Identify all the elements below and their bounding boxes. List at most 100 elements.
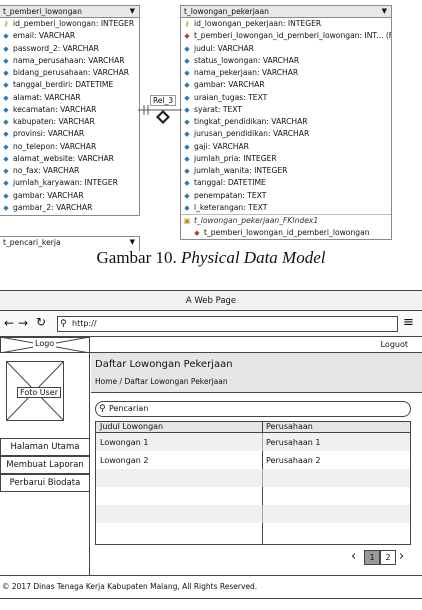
search-placeholder: Pencarian: [109, 404, 149, 413]
column-text: nama_pekerjaan: VARCHAR: [194, 68, 299, 77]
column-text: penempatan: TEXT: [194, 190, 267, 200]
column-text: kabupaten: VARCHAR: [13, 117, 95, 126]
address-bar[interactable]: ⚲ http://: [57, 316, 398, 332]
erd-table-pemberi-lowongan: t_pemberi_lowongan ▼ ⚷ id_pemberi_lowonga…: [0, 5, 140, 216]
url-text: http://: [72, 319, 97, 328]
relation-label: Rel_3: [150, 95, 177, 106]
breadcrumb: Home / Daftar Lowongan Pekerjaan: [95, 377, 228, 386]
search-icon: ⚲: [60, 319, 67, 329]
column-row: ◆ tingkat_pendidikan: VARCHAR: [181, 116, 391, 128]
diamond-icon: ◆: [3, 142, 9, 151]
nav-make-report[interactable]: Membuat Laporan: [0, 456, 90, 474]
menu-icon[interactable]: ≡: [403, 315, 414, 330]
column-text: jumlah_wanita: INTEGER: [194, 166, 288, 175]
fk-icon: ◆: [194, 229, 200, 238]
diamond-icon: ◆: [184, 56, 190, 65]
column-text: tanggal: DATETIME: [194, 178, 266, 188]
table-name: t_lowongan_pekerjaan: [184, 7, 269, 16]
page-heading-band: Daftar Lowongan Pekerjaan Home / Daftar …: [91, 353, 422, 393]
diamond-icon: ◆: [184, 44, 190, 53]
prev-page-icon[interactable]: ‹: [351, 549, 356, 564]
column-text: bidang_perusahaan: VARCHAR: [13, 68, 130, 77]
column-text: alamat_website: VARCHAR: [13, 153, 114, 163]
diamond-icon: ◆: [184, 154, 190, 163]
diamond-icon: ◆: [3, 44, 9, 53]
page-1-button[interactable]: 1: [364, 550, 380, 565]
column-text: syarat: TEXT: [194, 104, 242, 114]
diamond-icon: ◆: [3, 69, 9, 77]
forward-icon[interactable]: →: [18, 316, 28, 330]
diamond-icon: ◆: [184, 191, 190, 200]
column-row: ◆ jumlah_pria: INTEGER: [181, 153, 391, 165]
many-diamond-icon: [156, 110, 170, 124]
browser-toolbar: ← → ↻ ⚲ http:// ≡: [0, 311, 422, 337]
reload-icon[interactable]: ↻: [36, 315, 46, 329]
photo-label: Foto User: [17, 387, 62, 398]
diamond-icon: ◆: [3, 179, 9, 188]
column-row: ◆ t_pemberi_lowongan_id_pemberi_lowongan:…: [181, 30, 391, 42]
diamond-icon: ◆: [184, 69, 190, 77]
table-name: t_pencari_kerja: [3, 238, 61, 247]
diamond-icon: ◆: [184, 81, 190, 90]
column-row: ◆ gambar_2: VARCHAR: [0, 202, 139, 214]
column-row: ◆ tanggal: DATETIME: [181, 177, 391, 189]
window-title: A Web Page: [185, 296, 237, 306]
erd-table-lowongan-pekerjaan: t_lowongan_pekerjaan ▼ ⚷ id_lowongan_peke…: [180, 5, 392, 240]
column-row: ◆ kecamatan: VARCHAR: [0, 104, 139, 116]
column-text: gambar: VARCHAR: [13, 190, 84, 200]
diamond-icon: ◆: [184, 130, 190, 139]
column-row: ◆ jurusan_pendidikan: VARCHAR: [181, 128, 391, 140]
key-icon: ⚷: [3, 20, 9, 28]
column-text: uraian_tugas: TEXT: [194, 92, 268, 102]
diamond-icon: ◆: [3, 105, 9, 114]
column-text: no_fax: VARCHAR: [13, 166, 80, 175]
logout-link[interactable]: Loguot: [381, 340, 408, 349]
search-input[interactable]: ⚲ Pencarian: [95, 401, 411, 417]
index-row: ▣ t_lowongan_pekerjaan_FKIndex1: [181, 214, 391, 227]
sidebar: Foto User Halaman Utama Membuat Laporan …: [0, 353, 90, 575]
table-header: t_lowongan_pekerjaan ▼: [181, 6, 391, 18]
column-row: ◆ status_lowongan: VARCHAR: [181, 55, 391, 67]
diamond-icon: ◆: [3, 130, 9, 139]
column-text: no_telepon: VARCHAR: [13, 141, 97, 151]
nav-home[interactable]: Halaman Utama: [0, 438, 90, 456]
column-row: ◆ email: VARCHAR: [0, 30, 139, 42]
column-row: ◆ jumlah_karyawan: INTEGER: [0, 177, 139, 189]
column-text: provinsi: VARCHAR: [13, 129, 85, 139]
column-row: ⚷ id_lowongan_pekerjaan: INTEGER: [181, 18, 391, 30]
next-page-icon[interactable]: ›: [399, 549, 404, 564]
column-text: jumlah_karyawan: INTEGER: [13, 178, 118, 188]
diamond-icon: ◆: [184, 118, 190, 126]
diamond-icon: ◆: [3, 81, 9, 90]
folder-key-icon: ▣: [183, 217, 191, 225]
diamond-icon: ◆: [184, 167, 190, 175]
nav-update-bio[interactable]: Perbarui Biodata: [0, 474, 90, 492]
column-row: ◆ bidang_perusahaan: VARCHAR: [0, 67, 139, 79]
diamond-icon: ◆: [3, 93, 9, 102]
column-row: ◆ l_keterangan: TEXT: [181, 202, 391, 214]
column-row: ◆ jumlah_wanita: INTEGER: [181, 165, 391, 177]
key-icon: ⚷: [184, 20, 190, 28]
cell-perusahaan: Perusahaan 1: [266, 438, 321, 447]
column-text: id_lowongan_pekerjaan: INTEGER: [194, 19, 322, 28]
column-text: tingkat_pendidikan: VARCHAR: [194, 117, 308, 126]
column-row: ◆ gaji: VARCHAR: [181, 141, 391, 153]
diamond-icon: ◆: [3, 118, 9, 126]
diamond-icon: ◆: [184, 105, 190, 114]
diamond-icon: ◆: [184, 142, 190, 151]
table-header: t_pencari_kerja ▼: [0, 237, 139, 248]
diamond-icon: ◆: [3, 203, 9, 212]
column-text: jurusan_pendidikan: VARCHAR: [194, 129, 310, 139]
logo-text: Logo: [33, 339, 57, 348]
site-header: Logo Loguot: [0, 337, 422, 353]
diamond-icon: ◆: [3, 191, 9, 200]
page-2-button[interactable]: 2: [380, 550, 396, 565]
back-icon[interactable]: ←: [4, 316, 14, 330]
column-text: email: VARCHAR: [13, 31, 76, 41]
column-row: ◆ nama_pekerjaan: VARCHAR: [181, 67, 391, 79]
diamond-icon: ◆: [3, 154, 9, 163]
search-icon: ⚲: [99, 404, 106, 414]
column-row: ◆ password_2: VARCHAR: [0, 43, 139, 55]
cell-perusahaan: Perusahaan 2: [266, 456, 321, 465]
column-text: password_2: VARCHAR: [13, 43, 99, 53]
